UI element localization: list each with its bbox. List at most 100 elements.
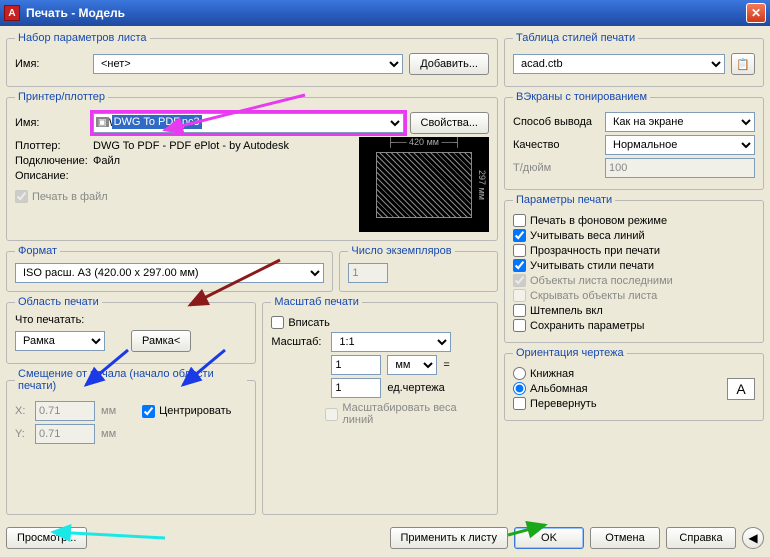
- offset-group: Смещение от начала (начало области печат…: [6, 368, 256, 515]
- scale-lineweights-label: Масштабировать веса линий: [342, 402, 489, 426]
- style-table-group: Таблица стилей печати acad.ctb 📋: [504, 32, 764, 87]
- x-unit: мм: [101, 405, 116, 417]
- close-button[interactable]: ✕: [746, 3, 766, 23]
- format-group: Формат ISO расш. A3 (420.00 x 297.00 мм): [6, 245, 333, 292]
- printer-group: Принтер/плоттер Имя: DWG To PDF.pc3 ▣ DW…: [6, 91, 498, 241]
- copies-input: [348, 263, 388, 283]
- scale-label: Масштаб:: [271, 336, 325, 348]
- apply-button[interactable]: Применить к листу: [390, 527, 509, 549]
- page-setup-legend: Набор параметров листа: [15, 32, 150, 44]
- opt-transparency-label: Прозрачность при печати: [530, 245, 660, 257]
- shade-legend: ВЭкраны с тонированием: [513, 91, 650, 103]
- orient-upside-checkbox[interactable]: [513, 397, 526, 410]
- opt-hide-checkbox: [513, 289, 526, 302]
- page-setup-name-select[interactable]: <нет>: [93, 54, 403, 74]
- fit-checkbox[interactable]: [271, 316, 284, 329]
- desc-label: Описание:: [15, 170, 87, 182]
- connect-label: Подключение:: [15, 155, 87, 167]
- shade-dpi-input: [605, 158, 755, 178]
- opt-stamp-label: Штемпель вкл: [530, 305, 603, 317]
- printer-name-label: Имя:: [15, 117, 87, 129]
- x-label: X:: [15, 405, 29, 417]
- shade-quality-select[interactable]: Нормальное: [605, 135, 755, 155]
- print-to-file-checkbox: [15, 190, 28, 203]
- unit-select[interactable]: мм: [387, 355, 437, 375]
- opt-bg-checkbox[interactable]: [513, 214, 526, 227]
- page-setup-add-button[interactable]: Добавить...: [409, 53, 489, 75]
- printer-name-select[interactable]: DWG To PDF.pc3: [93, 113, 404, 133]
- orientation-group: Ориентация чертежа Книжная Альбомная Пер…: [504, 347, 764, 421]
- y-unit: мм: [101, 428, 116, 440]
- equals-label: =: [443, 359, 449, 371]
- unit-count-input[interactable]: [331, 355, 381, 375]
- paper-preview: ├── 420 мм ──┤ 297 мм: [359, 137, 489, 232]
- style-table-edit-button[interactable]: 📋: [731, 53, 755, 75]
- page-setup-group: Набор параметров листа Имя: <нет> Добави…: [6, 32, 498, 87]
- expand-button[interactable]: ◀: [742, 527, 764, 549]
- shade-quality-label: Качество: [513, 139, 599, 151]
- options-legend: Параметры печати: [513, 194, 615, 206]
- shade-mode-select[interactable]: Как на экране: [605, 112, 755, 132]
- opt-styles-checkbox[interactable]: [513, 259, 526, 272]
- shade-mode-label: Способ вывода: [513, 116, 599, 128]
- shade-group: ВЭкраны с тонированием Способ вывода Как …: [504, 91, 764, 190]
- orient-portrait-radio[interactable]: [513, 367, 526, 380]
- opt-hide-label: Скрывать объекты листа: [530, 290, 657, 302]
- opt-last-label: Объекты листа последними: [530, 275, 673, 287]
- connect-value: Файл: [93, 155, 120, 167]
- what-to-plot-select[interactable]: Рамка: [15, 331, 105, 351]
- what-to-plot-label: Что печатать:: [15, 314, 247, 326]
- y-input: [35, 424, 95, 444]
- copies-group: Число экземпляров: [339, 245, 498, 292]
- printer-properties-button[interactable]: Свойства...: [410, 112, 489, 134]
- chevron-left-icon: ◀: [748, 531, 757, 545]
- opt-save-checkbox[interactable]: [513, 319, 526, 332]
- orientation-legend: Ориентация чертежа: [513, 347, 627, 359]
- app-icon: A: [4, 5, 20, 21]
- scale-legend: Масштаб печати: [271, 296, 362, 308]
- copies-legend: Число экземпляров: [348, 245, 454, 257]
- orient-landscape-label: Альбомная: [530, 383, 588, 395]
- opt-save-label: Сохранить параметры: [530, 320, 644, 332]
- help-button[interactable]: Справка: [666, 527, 736, 549]
- drawing-unit-label: ед.чертежа: [387, 382, 444, 394]
- printer-legend: Принтер/плоттер: [15, 91, 108, 103]
- x-input: [35, 401, 95, 421]
- preview-button[interactable]: Просмотр...: [6, 527, 87, 549]
- center-checkbox[interactable]: [142, 405, 155, 418]
- opt-lineweights-checkbox[interactable]: [513, 229, 526, 242]
- ok-button[interactable]: OK: [514, 527, 584, 549]
- scale-group: Масштаб печати Вписать Масштаб: 1:1 мм =: [262, 296, 498, 515]
- shade-dpi-label: Т/дюйм: [513, 162, 599, 174]
- drawing-count-input[interactable]: [331, 378, 381, 398]
- format-legend: Формат: [15, 245, 60, 257]
- preview-height: 297 мм: [477, 170, 487, 200]
- window-title: Печать - Модель: [26, 6, 746, 20]
- y-label: Y:: [15, 428, 29, 440]
- opt-stamp-checkbox[interactable]: [513, 304, 526, 317]
- page-setup-name-label: Имя:: [15, 58, 87, 70]
- fit-label: Вписать: [288, 317, 330, 329]
- scale-select[interactable]: 1:1: [331, 332, 451, 352]
- center-label: Центрировать: [159, 405, 231, 417]
- opt-bg-label: Печать в фоновом режиме: [530, 215, 667, 227]
- orient-landscape-radio[interactable]: [513, 382, 526, 395]
- opt-transparency-checkbox[interactable]: [513, 244, 526, 257]
- preview-width: 420 мм: [409, 137, 439, 147]
- plotter-label: Плоттер:: [15, 140, 87, 152]
- options-group: Параметры печати Печать в фоновом режиме…: [504, 194, 764, 343]
- orientation-icon: A: [727, 378, 755, 400]
- format-select[interactable]: ISO расш. A3 (420.00 x 297.00 мм): [15, 263, 324, 283]
- style-table-select[interactable]: acad.ctb: [513, 54, 725, 74]
- frame-button[interactable]: Рамка<: [131, 330, 191, 352]
- orient-upside-label: Перевернуть: [530, 398, 597, 410]
- opt-lineweights-label: Учитывать веса линий: [530, 230, 645, 242]
- opt-last-checkbox: [513, 274, 526, 287]
- opt-styles-label: Учитывать стили печати: [530, 260, 654, 272]
- scale-lineweights-checkbox: [325, 408, 338, 421]
- orient-portrait-label: Книжная: [530, 368, 574, 380]
- style-table-legend: Таблица стилей печати: [513, 32, 638, 44]
- cancel-button[interactable]: Отмена: [590, 527, 660, 549]
- plotter-value: DWG To PDF - PDF ePlot - by Autodesk: [93, 140, 289, 152]
- print-to-file-label: Печать в файл: [32, 191, 108, 203]
